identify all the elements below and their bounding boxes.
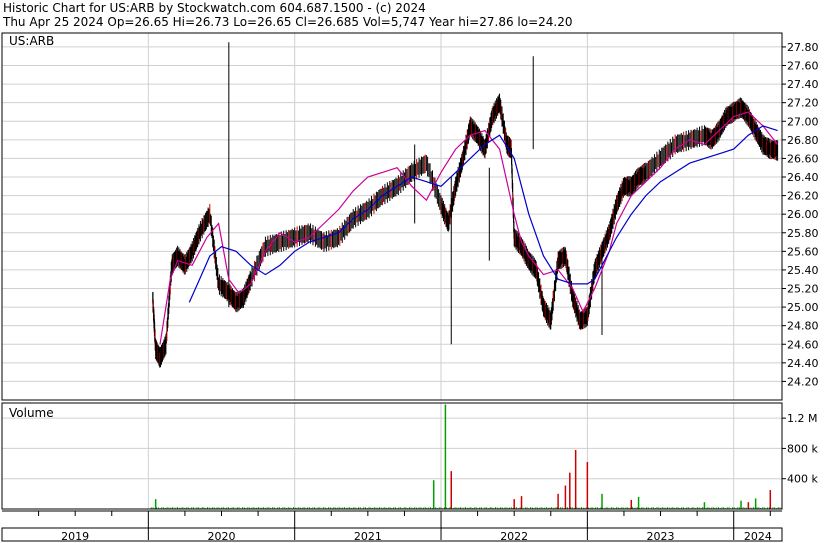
year-tick-label: 2024: [744, 530, 772, 543]
price-tick-label: 25.20: [787, 283, 819, 296]
price-tick-label: 24.80: [787, 320, 819, 333]
price-bars: [152, 42, 779, 368]
price-tick-label: 27.40: [787, 78, 819, 91]
volume-tick-label: 800 k: [787, 442, 818, 455]
price-tick-label: 26.00: [787, 208, 819, 221]
year-tick-label: 2022: [500, 530, 528, 543]
price-tick-label: 27.80: [787, 41, 819, 54]
volume-grid: [2, 403, 782, 509]
panel-frames: [1, 32, 783, 542]
year-tick-label: 2020: [208, 530, 236, 543]
price-tick-label: 25.40: [787, 264, 819, 277]
price-panel-frame: [1, 32, 783, 401]
volume-panel-label: Volume: [9, 406, 54, 420]
symbol-label: US:ARB: [9, 34, 54, 48]
price-tick-label: 26.80: [787, 134, 819, 147]
price-tick-label: 25.60: [787, 245, 819, 258]
time-axis: 2019 2020 2021 2022 2023 2024: [38, 511, 772, 543]
price-tick-label: 25.00: [787, 301, 819, 314]
price-volume-chart: 24.20 24.40 24.60 24.80 25.00 25.20 25.40 25.60…: [1, 32, 819, 543]
price-tick-label: 26.40: [787, 171, 819, 184]
volume-tick-label: 400 k: [787, 473, 818, 486]
price-axis: 24.20 24.40 24.60 24.80 25.00 25.20 25.40 25.60…: [782, 41, 819, 388]
price-tick-label: 26.60: [787, 152, 819, 165]
year-tick-label: 2023: [647, 530, 675, 543]
volume-tick-label: 1.2 M: [787, 412, 817, 425]
price-tick-label: 24.60: [787, 338, 819, 351]
year-tick-label: 2019: [61, 530, 89, 543]
year-tick-label: 2021: [354, 530, 382, 543]
price-tick-label: 26.20: [787, 190, 819, 203]
price-tick-label: 24.20: [787, 375, 819, 388]
volume-axis: 400 k 800 k 1.2 M: [782, 412, 818, 486]
price-tick-label: 24.40: [787, 357, 819, 370]
price-tick-label: 27.60: [787, 60, 819, 73]
price-tick-label: 25.80: [787, 227, 819, 240]
price-grid: [2, 33, 782, 400]
price-tick-label: 27.20: [787, 97, 819, 110]
price-tick-label: 27.00: [787, 115, 819, 128]
volume-bars: [150, 404, 783, 509]
volume-panel-frame: [1, 402, 783, 510]
